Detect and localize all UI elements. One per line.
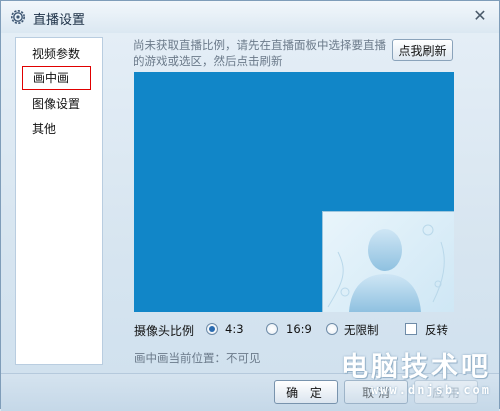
- watermark-text: 电脑技术吧: [341, 352, 491, 383]
- sidebar-item-other[interactable]: 其他: [16, 117, 102, 141]
- pip-position-status: 画中画当前位置：不可见: [134, 351, 261, 365]
- refresh-button[interactable]: 点我刷新: [392, 39, 453, 61]
- ratio-4-3-radio[interactable]: [206, 323, 218, 335]
- ok-button[interactable]: 确 定: [274, 380, 338, 404]
- ratio-4-3-label[interactable]: 4:3: [225, 322, 244, 336]
- close-icon[interactable]: ✕: [471, 7, 489, 25]
- site-watermark: 电脑技术吧 www.dnjsb.com: [341, 352, 491, 398]
- ratio-notice-text: 尚未获取直播比例，请先在直播面板中选择要直播的游戏或选区，然后点击刷新: [133, 38, 386, 68]
- flip-checkbox[interactable]: [405, 323, 417, 335]
- ratio-16-9-radio[interactable]: [266, 323, 278, 335]
- settings-sidebar: 视频参数 画中画 图像设置 其他: [15, 37, 103, 365]
- watermark-url: www.dnjsb.com: [371, 383, 491, 397]
- live-settings-dialog: 直播设置 ✕ 视频参数 画中画 图像设置 其他 尚未获取直播比例，请先在直播面板…: [0, 0, 500, 411]
- pip-preview-area[interactable]: [134, 72, 454, 312]
- ratio-unlimited-radio[interactable]: [326, 323, 338, 335]
- avatar-placeholder-icon: [327, 224, 445, 312]
- flip-label[interactable]: 反转: [425, 322, 448, 338]
- title-bar[interactable]: 直播设置 ✕: [1, 1, 499, 33]
- gear-icon: [9, 8, 27, 26]
- camera-pip-box[interactable]: [322, 211, 454, 312]
- sidebar-item-image-settings[interactable]: 图像设置: [16, 92, 102, 116]
- sidebar-item-video-params[interactable]: 视频参数: [16, 42, 102, 66]
- sidebar-item-picture-in-picture[interactable]: 画中画: [22, 66, 91, 90]
- camera-ratio-label: 摄像头比例: [134, 324, 195, 338]
- ratio-16-9-label[interactable]: 16:9: [286, 322, 312, 336]
- ratio-unlimited-label[interactable]: 无限制: [344, 322, 379, 338]
- window-title: 直播设置: [33, 13, 86, 28]
